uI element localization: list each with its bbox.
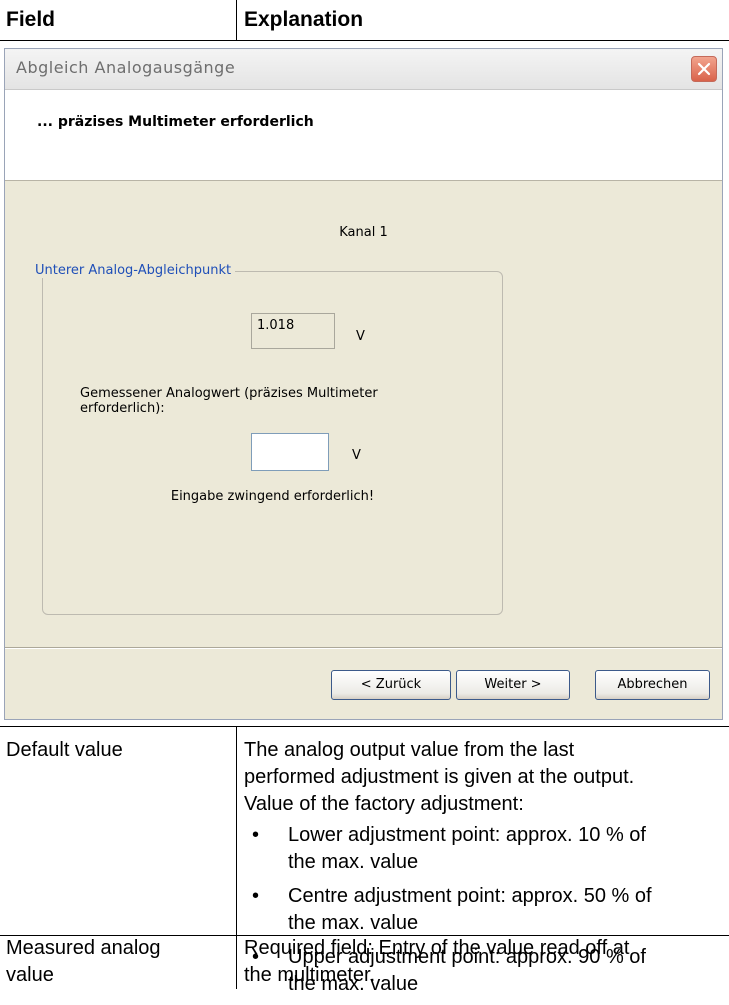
explanation-line: Required field: Entry of the value read … <box>244 937 630 959</box>
table-header: Field Explanation <box>0 0 729 40</box>
bullet-line: the max. value <box>288 851 419 873</box>
table-column-rule <box>236 726 237 989</box>
group-title: Unterer Analog-Abgleichpunkt <box>31 263 236 278</box>
adjustment-dialog: Abgleich Analogausgänge ... präzises Mul… <box>4 48 723 720</box>
header-explanation: Explanation <box>244 8 364 31</box>
default-value-unit: V <box>356 329 365 344</box>
field-line: value <box>6 964 54 986</box>
row-field-measured-value: Measured analog value <box>6 935 161 989</box>
dialog-separator <box>5 647 722 649</box>
measured-value-unit: V <box>352 448 361 463</box>
channel-label: Kanal 1 <box>339 225 388 240</box>
explanation-table: Field Explanation Abgleich Analogausgäng… <box>0 0 729 995</box>
explanation-line: The analog output value from the last <box>244 739 575 761</box>
explanation-line: the multimeter. <box>244 964 376 986</box>
explanation-line: Value of the factory adjustment: <box>244 793 524 815</box>
dialog-banner: ... präzises Multimeter erforderlich <box>5 90 722 181</box>
back-button[interactable]: < Zurück <box>331 670 451 700</box>
table-rule <box>0 726 729 727</box>
default-value-field: 1.018 <box>251 313 335 349</box>
bullet-icon: • <box>252 885 260 907</box>
cancel-button[interactable]: Abbrechen <box>595 670 710 700</box>
explanation-line: performed adjustment is given at the out… <box>244 766 635 788</box>
field-line: Measured analog <box>6 937 161 959</box>
measured-value-input[interactable] <box>251 433 329 471</box>
bullet-line: the max. value <box>288 912 419 934</box>
close-icon <box>697 62 711 76</box>
next-button[interactable]: Weiter > <box>456 670 570 700</box>
required-note: Eingabe zwingend erforderlich! <box>170 489 375 504</box>
dialog-title: Abgleich Analogausgänge <box>16 58 236 77</box>
list-item: • Lower adjustment point: approx. 10 % o… <box>244 822 724 876</box>
close-button[interactable] <box>691 56 717 82</box>
list-item: • Centre adjustment point: approx. 50 % … <box>244 883 724 937</box>
header-field: Field <box>6 8 56 31</box>
bullet-line: Lower adjustment point: approx. 10 % of <box>288 824 646 846</box>
measured-value-label: Gemessener Analogwert (präzises Multimet… <box>80 386 378 416</box>
row-explanation-measured-value: Required field: Entry of the value read … <box>244 935 724 989</box>
table-rule <box>0 40 729 41</box>
dialog-titlebar: Abgleich Analogausgänge <box>5 49 722 90</box>
row-explanation-default-value: The analog output value from the last pe… <box>244 737 724 818</box>
banner-text: ... präzises Multimeter erforderlich <box>37 114 314 130</box>
row-field-default-value: Default value <box>6 739 123 761</box>
bullet-icon: • <box>252 824 260 846</box>
bullet-line: Centre adjustment point: approx. 50 % of <box>288 885 652 907</box>
